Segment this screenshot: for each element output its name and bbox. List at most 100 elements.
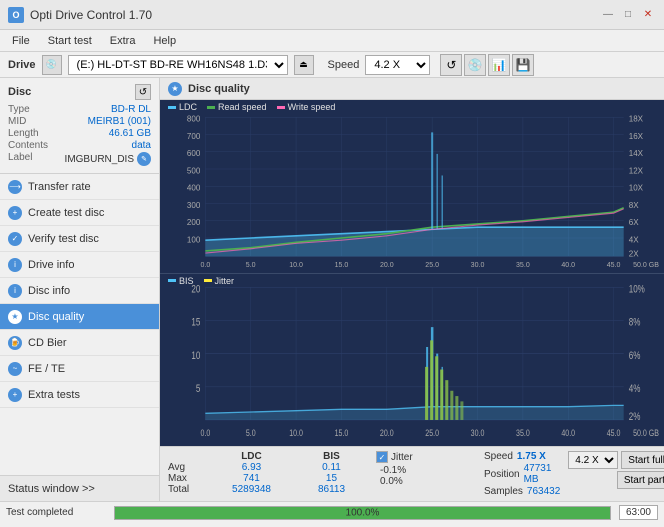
- svg-text:18X: 18X: [629, 113, 644, 123]
- svg-text:10.0: 10.0: [289, 260, 303, 269]
- svg-text:700: 700: [187, 131, 201, 141]
- type-label: Type: [8, 104, 30, 115]
- nav-disc-info[interactable]: i Disc info: [0, 278, 159, 304]
- speed-stat-value: 1.75 X: [517, 451, 546, 462]
- status-text: Test completed: [6, 507, 106, 518]
- menu-help[interactable]: Help: [145, 33, 184, 49]
- svg-text:35.0: 35.0: [516, 260, 530, 269]
- svg-text:25.0: 25.0: [425, 428, 439, 438]
- start-full-button[interactable]: Start full: [621, 451, 664, 469]
- svg-text:800: 800: [187, 113, 201, 123]
- sidebar: Disc ↺ Type BD-R DL MID MEIRB1 (001) Len…: [0, 78, 160, 501]
- status-window-button[interactable]: Status window >>: [0, 475, 159, 501]
- position-value: 47731 MB: [524, 463, 561, 485]
- bottom-legend: BIS Jitter: [168, 276, 234, 286]
- speed-stat-label: Speed: [484, 451, 513, 462]
- samples-value: 763432: [527, 486, 560, 497]
- mid-value: MEIRB1 (001): [88, 116, 151, 127]
- disc-quality-icon: ★: [8, 310, 22, 324]
- nav-items: ⟶ Transfer rate + Create test disc ✓ Ver…: [0, 174, 159, 475]
- svg-text:45.0: 45.0: [607, 428, 621, 438]
- app-icon: O: [8, 7, 24, 23]
- stats-section: LDC BIS Avg 6.93 0.11 Max: [160, 446, 664, 501]
- refresh-icon[interactable]: ↺: [440, 54, 462, 76]
- svg-text:15.0: 15.0: [335, 260, 349, 269]
- menu-bar: File Start test Extra Help: [0, 30, 664, 52]
- total-ldc: 5289348: [208, 484, 295, 495]
- bottom-chart: BIS Jitter: [160, 274, 664, 447]
- menu-starttest[interactable]: Start test: [40, 33, 100, 49]
- samples-label: Samples: [484, 486, 523, 497]
- drive-label: Drive: [8, 59, 36, 71]
- create-test-disc-icon: +: [8, 206, 22, 220]
- svg-text:15: 15: [191, 315, 200, 327]
- nav-disc-quality[interactable]: ★ Disc quality: [0, 304, 159, 330]
- bottom-chart-svg: 20 15 10 5 10% 8% 6% 4% 2% 0.0 5.0 10.0: [160, 274, 664, 447]
- maximize-button[interactable]: □: [620, 7, 636, 23]
- svg-text:16X: 16X: [629, 131, 644, 141]
- type-value: BD-R DL: [111, 104, 151, 115]
- stats-table: LDC BIS Avg 6.93 0.11 Max: [168, 451, 368, 495]
- max-label: Max: [168, 473, 208, 484]
- total-label: Total: [168, 484, 208, 495]
- title-bar: O Opti Drive Control 1.70 — □ ✕: [0, 0, 664, 30]
- disc-quality-header: ★ Disc quality: [160, 78, 664, 100]
- svg-text:10.0: 10.0: [289, 428, 303, 438]
- svg-text:12X: 12X: [629, 165, 644, 175]
- jitter-label: Jitter: [391, 452, 413, 463]
- svg-text:4%: 4%: [629, 381, 641, 393]
- svg-text:40.0: 40.0: [561, 428, 575, 438]
- svg-text:500: 500: [187, 165, 201, 175]
- nav-fe-te[interactable]: ~ FE / TE: [0, 356, 159, 382]
- menu-extra[interactable]: Extra: [102, 33, 144, 49]
- svg-text:0.0: 0.0: [200, 260, 210, 269]
- jitter-section: ✓ Jitter -0.1% 0.0%: [376, 451, 476, 487]
- save-icon[interactable]: 💾: [512, 54, 534, 76]
- disc-refresh-button[interactable]: ↺: [135, 84, 151, 100]
- verify-test-disc-icon: ✓: [8, 232, 22, 246]
- nav-drive-info[interactable]: i Drive info: [0, 252, 159, 278]
- svg-text:5: 5: [196, 381, 200, 393]
- start-part-button[interactable]: Start part: [617, 471, 664, 489]
- jitter-checkbox[interactable]: ✓: [376, 451, 388, 463]
- menu-file[interactable]: File: [4, 33, 38, 49]
- position-label: Position: [484, 469, 520, 480]
- speed-label: Speed: [328, 59, 360, 71]
- svg-text:30.0: 30.0: [471, 428, 485, 438]
- label-icon[interactable]: ✎: [137, 152, 151, 166]
- minimize-button[interactable]: —: [600, 7, 616, 23]
- speed-dropdown[interactable]: 4.2 X: [568, 451, 618, 469]
- speed-select[interactable]: 4.2 X: [365, 55, 430, 75]
- svg-text:600: 600: [187, 148, 201, 158]
- svg-text:25.0: 25.0: [425, 260, 439, 269]
- svg-text:8X: 8X: [629, 200, 639, 210]
- drive-select[interactable]: (E:) HL-DT-ST BD-RE WH16NS48 1.D3: [68, 55, 288, 75]
- total-bis: 86113: [295, 484, 368, 495]
- disc-icon[interactable]: 💿: [464, 54, 486, 76]
- svg-text:0.0: 0.0: [200, 428, 210, 438]
- eject-icon[interactable]: ⏏: [294, 55, 314, 75]
- svg-text:300: 300: [187, 200, 201, 210]
- svg-text:2X: 2X: [629, 248, 639, 258]
- svg-text:6%: 6%: [629, 348, 641, 360]
- nav-create-test-disc[interactable]: + Create test disc: [0, 200, 159, 226]
- svg-text:14X: 14X: [629, 148, 644, 158]
- nav-verify-test-disc[interactable]: ✓ Verify test disc: [0, 226, 159, 252]
- svg-text:400: 400: [187, 182, 201, 192]
- nav-cd-bier[interactable]: 🍺 CD Bier: [0, 330, 159, 356]
- analyze-icon[interactable]: 📊: [488, 54, 510, 76]
- nav-transfer-rate[interactable]: ⟶ Transfer rate: [0, 174, 159, 200]
- mid-label: MID: [8, 116, 26, 127]
- svg-text:100: 100: [187, 234, 201, 244]
- top-chart: LDC Read speed Write speed: [160, 100, 664, 274]
- top-chart-svg: 800 700 600 500 400 300 200 100 18X 16X …: [160, 100, 664, 273]
- nav-extra-tests[interactable]: + Extra tests: [0, 382, 159, 408]
- drive-bar: Drive 💿 (E:) HL-DT-ST BD-RE WH16NS48 1.D…: [0, 52, 664, 78]
- svg-text:5.0: 5.0: [246, 428, 256, 438]
- top-legend: LDC Read speed Write speed: [168, 102, 335, 112]
- svg-text:50.0 GB: 50.0 GB: [633, 260, 659, 269]
- extra-tests-icon: +: [8, 388, 22, 402]
- right-controls: 4.2 X Start full Start part: [568, 451, 664, 489]
- close-button[interactable]: ✕: [640, 7, 656, 23]
- max-ldc: 741: [208, 473, 295, 484]
